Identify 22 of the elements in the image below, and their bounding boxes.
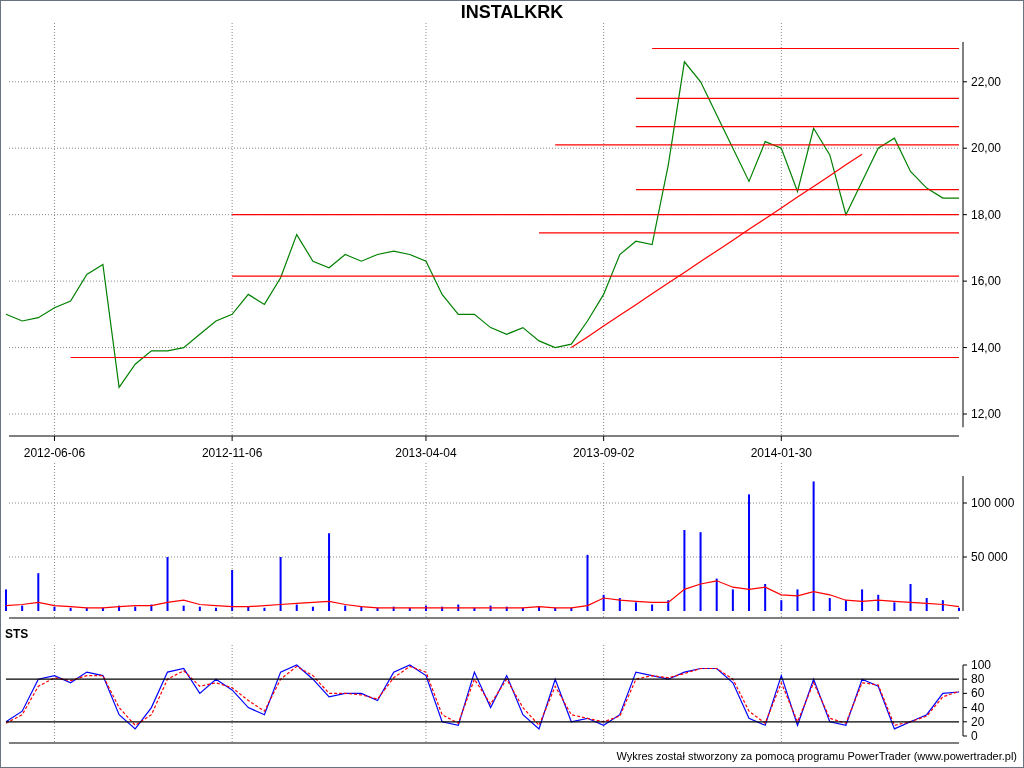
axis-label: 100: [971, 658, 992, 672]
axis-label: 12,00: [971, 407, 1002, 421]
footer-text: Wykres został stworzony za pomocą programu PowerTrader (www.powertrader.pl): [616, 748, 1017, 764]
axis-label: 100 000: [971, 496, 1015, 510]
axis-label: 40: [971, 700, 985, 715]
indicator-label: STS: [5, 626, 29, 643]
axis-label: 14,00: [971, 340, 1002, 355]
axis-label: 20,00: [971, 141, 1002, 156]
date-label: 2012-06-06: [23, 446, 86, 460]
axis-label: 80: [971, 672, 985, 687]
axis-label: 60: [971, 686, 985, 701]
chart-title: INSTALKRK: [460, 3, 564, 21]
axis-label: 22,00: [971, 74, 1002, 89]
date-label: 2012-11-06: [201, 446, 263, 460]
axis-label: 18,00: [971, 207, 1002, 222]
date-label: 2013-04-04: [395, 446, 457, 460]
date-label: 2014-01-30: [750, 446, 812, 460]
axis-label: 50 000: [971, 550, 1008, 564]
axis-label: 0: [971, 729, 978, 743]
date-label: 2013-09-02: [572, 446, 635, 460]
axis-label: 16,00: [971, 274, 1002, 289]
axis-label: 20: [971, 714, 985, 729]
